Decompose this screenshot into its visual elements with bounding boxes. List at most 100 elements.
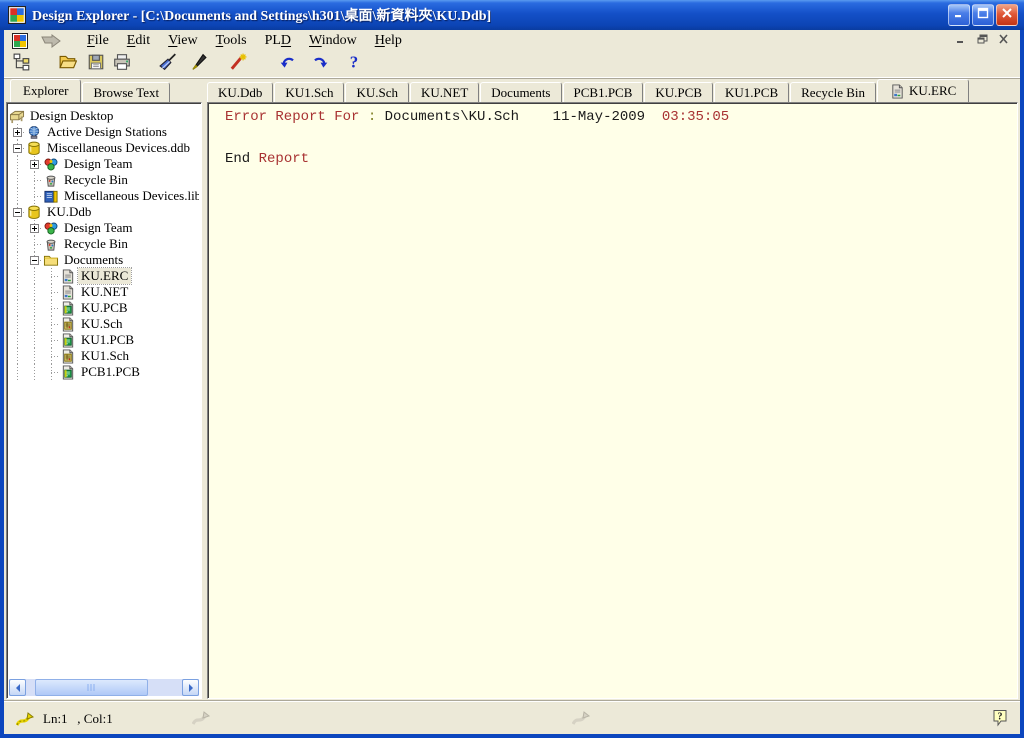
tree-item-ku-sch[interactable]: KU.Sch <box>9 316 199 332</box>
doc-tab-recycle-bin[interactable]: Recycle Bin <box>790 82 876 102</box>
window-border-bottom <box>0 734 1024 738</box>
tree-item-miscellaneous-devices-ddb[interactable]: Miscellaneous Devices.ddb <box>9 140 199 156</box>
mdi-restore-button[interactable] <box>974 33 991 48</box>
tree-item-label: KU1.Sch <box>78 348 132 364</box>
tree-item-ku1-pcb[interactable]: KU1.PCB <box>9 332 199 348</box>
mdi-restore-icon <box>977 33 988 49</box>
team-icon <box>43 156 61 172</box>
menu-window[interactable]: Window <box>300 32 366 50</box>
tree-item-design-team[interactable]: Design Team <box>9 156 199 172</box>
tree-item-recycle-bin[interactable]: Recycle Bin <box>9 236 199 252</box>
tree-item-recycle-bin[interactable]: Recycle Bin <box>9 172 199 188</box>
doc-tab-ku-sch[interactable]: KU.Sch <box>345 82 409 102</box>
collapse-minus-icon[interactable] <box>13 144 22 153</box>
client-area: FileEditViewToolsPLDWindowHelp ? Explore… <box>4 30 1020 734</box>
doc-tab-ku-ddb[interactable]: KU.Ddb <box>207 82 273 102</box>
menu-file[interactable]: File <box>78 32 118 50</box>
panel-tab-browse-text[interactable]: Browse Text <box>82 82 170 102</box>
title-bar: Design Explorer - [C:\Documents and Sett… <box>0 0 1024 30</box>
tree-connector <box>43 348 60 364</box>
scrollbar-track[interactable] <box>26 679 182 696</box>
doc-tab-ku-erc[interactable]: KU.ERC <box>877 79 969 102</box>
report-doc-icon <box>60 268 78 284</box>
scrollbar-thumb[interactable] <box>35 679 147 696</box>
scroll-left-button[interactable] <box>9 679 26 696</box>
minimize-button[interactable] <box>948 4 970 26</box>
tree-connector <box>9 300 26 316</box>
help-icon: ? <box>345 53 363 76</box>
tree-item-design-team[interactable]: Design Team <box>9 220 199 236</box>
recycle-icon <box>43 172 61 188</box>
menu-edit[interactable]: Edit <box>118 32 159 50</box>
mdi-minimize-button[interactable] <box>953 33 970 48</box>
editor-text-segment <box>645 109 662 125</box>
database-icon <box>26 204 44 220</box>
tree-item-label: KU.NET <box>78 284 131 300</box>
expand-plus-icon[interactable] <box>30 160 39 169</box>
tree-item-ku1-sch[interactable]: KU1.Sch <box>9 348 199 364</box>
tree-item-ku-net[interactable]: KU.NET <box>9 284 199 300</box>
doc-tab-ku-pcb[interactable]: KU.PCB <box>644 82 713 102</box>
undo-button[interactable] <box>276 54 300 76</box>
recycle-icon <box>43 236 61 252</box>
menu-help[interactable]: Help <box>366 32 411 50</box>
menu-view[interactable]: View <box>159 32 207 50</box>
doc-tab-ku1-pcb[interactable]: KU1.PCB <box>714 82 789 102</box>
tree-item-ku-ddb[interactable]: KU.Ddb <box>9 204 199 220</box>
broom-button[interactable] <box>156 54 180 76</box>
doc-tab-ku1-sch[interactable]: KU1.Sch <box>274 82 344 102</box>
help-button[interactable]: ? <box>342 54 366 76</box>
explorer-tree: Design DesktopActive Design StationsMisc… <box>9 105 199 679</box>
menu-tools[interactable]: Tools <box>207 32 256 50</box>
open-button[interactable] <box>56 54 80 76</box>
tree-connector <box>9 332 26 348</box>
close-button[interactable] <box>996 4 1018 26</box>
scroll-right-button[interactable] <box>182 679 199 696</box>
collapse-minus-icon[interactable] <box>30 256 39 265</box>
menu-pld[interactable]: PLD <box>256 32 300 50</box>
tree-item-label: Recycle Bin <box>61 172 131 188</box>
menu-arrow-icon[interactable] <box>36 32 66 50</box>
tree-item-design-desktop[interactable]: Design Desktop <box>9 108 199 124</box>
tree-connector <box>43 300 60 316</box>
bookmark-faded-icon <box>572 711 591 726</box>
tree-item-label: KU.PCB <box>78 300 131 316</box>
error-report-editor[interactable]: Error Report For : Documents\KU.Sch 11-M… <box>207 102 1018 699</box>
mdi-close-button[interactable] <box>995 33 1012 48</box>
tree-item-miscellaneous-devices-lib[interactable]: Miscellaneous Devices.lib <box>9 188 199 204</box>
horizontal-scrollbar[interactable] <box>9 679 199 696</box>
tree-item-documents[interactable]: Documents <box>9 252 199 268</box>
save-button[interactable] <box>84 54 108 76</box>
help-badge-icon[interactable]: ? <box>992 709 1008 727</box>
tree-item-label: Miscellaneous Devices.ddb <box>44 140 193 156</box>
pen-button[interactable] <box>186 54 210 76</box>
doc-tab-documents[interactable]: Documents <box>480 82 561 102</box>
expand-plus-icon[interactable] <box>30 224 39 233</box>
print-button[interactable] <box>110 54 134 76</box>
redo-button[interactable] <box>308 54 332 76</box>
expand-plus-icon[interactable] <box>13 128 22 137</box>
tree-connector <box>43 332 60 348</box>
open-folder-icon <box>59 53 77 76</box>
tree-connector <box>43 268 60 284</box>
tree-item-pcb1-pcb[interactable]: PCB1.PCB <box>9 364 199 380</box>
line-col-indicator: Ln:1 , Col:1 <box>43 711 113 727</box>
editor-line: Error Report For : Documents\KU.Sch 11-M… <box>225 110 1013 124</box>
doc-tab-pcb1-pcb[interactable]: PCB1.PCB <box>563 82 644 102</box>
menu-bar: FileEditViewToolsPLDWindowHelp <box>4 30 1020 52</box>
mdi-system-menu-icon[interactable] <box>12 33 28 49</box>
tree-connector <box>26 348 43 364</box>
tree-item-ku-pcb[interactable]: KU.PCB <box>9 300 199 316</box>
tree-connector <box>9 268 26 284</box>
tree-item-label: Design Desktop <box>27 108 116 124</box>
maximize-button[interactable] <box>972 4 994 26</box>
mdi-minimize-icon <box>956 33 967 49</box>
wand-button[interactable] <box>226 54 250 76</box>
collapse-minus-icon[interactable] <box>13 208 22 217</box>
tree-item-active-design-stations[interactable]: Active Design Stations <box>9 124 199 140</box>
panel-tab-explorer[interactable]: Explorer <box>10 79 81 102</box>
tree-connector <box>9 156 26 172</box>
tree-item-ku-erc[interactable]: KU.ERC <box>9 268 199 284</box>
explorer-toggle-button[interactable] <box>10 54 34 76</box>
doc-tab-ku-net[interactable]: KU.NET <box>410 82 479 102</box>
